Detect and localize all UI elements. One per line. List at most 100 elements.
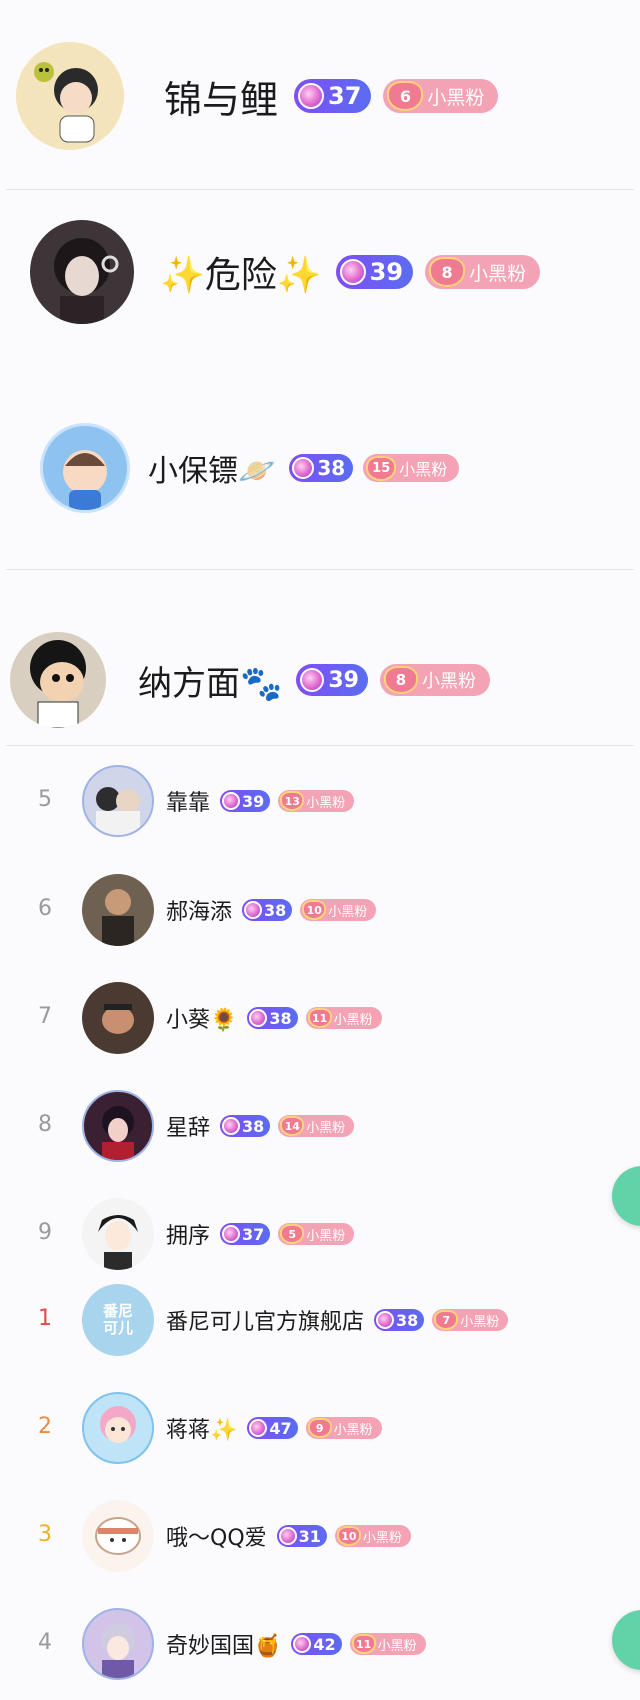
rank-number: 3	[38, 1522, 52, 1547]
level-badge: 47	[247, 1417, 298, 1439]
gem-icon	[249, 1419, 268, 1437]
anime-character-icon	[102, 1106, 134, 1160]
ranked-user-row[interactable]: 蒋蒋✨ 47 9 小黑粉	[82, 1392, 382, 1464]
floating-chat-button[interactable]	[612, 1610, 640, 1670]
heart-level-icon: 13	[280, 791, 305, 811]
ranked-user-row[interactable]: 哦～QQ爱 31 10 小黑粉	[82, 1500, 411, 1572]
rank-number: 5	[38, 787, 52, 812]
level-badge: 38	[374, 1309, 425, 1331]
featured-user-row[interactable]: 纳方面🐾 39 8 小黑粉	[10, 632, 490, 728]
shop-logo[interactable]: 番尼可儿	[82, 1284, 154, 1356]
user-name: 郝海添	[166, 900, 233, 925]
gem-icon	[376, 1311, 395, 1329]
rank-number: 8	[38, 1112, 52, 1137]
user-name: 星辞	[166, 1116, 211, 1141]
cute-girl-icon	[100, 1406, 136, 1443]
divider	[6, 189, 634, 190]
level-badge: 38	[242, 899, 293, 921]
user-name: 纳方面🐾	[138, 663, 283, 704]
fan-badge: 8 小黑粉	[425, 255, 541, 289]
level-badge: 37	[294, 79, 372, 113]
user-name: 小保镖🪐	[148, 454, 276, 489]
user-name: 拥序	[166, 1224, 211, 1249]
gem-icon	[300, 668, 325, 692]
user-avatar[interactable]	[82, 765, 154, 837]
gem-icon	[244, 901, 263, 919]
level-badge: 37	[220, 1223, 271, 1245]
fan-badge: 10 小黑粉	[300, 899, 377, 921]
heart-level-icon: 11	[351, 1634, 376, 1654]
floating-chat-button[interactable]	[612, 1166, 640, 1226]
user-avatar[interactable]	[82, 1090, 154, 1162]
level-badge: 39	[220, 790, 271, 812]
gem-icon	[278, 1527, 297, 1545]
heart-level-icon: 11	[307, 1008, 332, 1028]
anime-boy-icon	[54, 238, 119, 324]
level-badge: 39	[296, 664, 368, 696]
anime-boy-purple-icon	[101, 1623, 135, 1678]
gem-icon	[222, 1117, 241, 1135]
user-name: 奇妙国国🍯	[166, 1634, 282, 1659]
user-avatar[interactable]	[82, 874, 154, 946]
gem-icon	[222, 792, 241, 810]
user-avatar[interactable]	[10, 632, 106, 728]
user-name: 蒋蒋✨	[166, 1418, 238, 1443]
rank-number: 1	[38, 1306, 52, 1331]
ranked-user-row[interactable]: 奇妙国国🍯 42 11 小黑粉	[82, 1608, 426, 1680]
heart-level-icon: 10	[336, 1526, 361, 1546]
divider	[6, 569, 634, 570]
fan-badge: 8 小黑粉	[379, 664, 490, 696]
fan-badge: 6 小黑粉	[383, 79, 499, 113]
ranked-user-row[interactable]: 小葵🌻 38 11 小黑粉	[82, 982, 382, 1054]
heart-level-icon: 8	[429, 257, 466, 287]
user-avatar[interactable]	[82, 1608, 154, 1680]
person-photo-icon	[102, 1004, 134, 1034]
fan-badge: 13 小黑粉	[278, 790, 355, 812]
anime-boy-sketch-icon	[98, 1215, 138, 1270]
rank-number: 4	[38, 1630, 52, 1655]
ranked-user-row[interactable]: 靠靠 39 13 小黑粉	[82, 765, 355, 837]
man-photo-icon	[102, 889, 134, 946]
user-name: 靠靠	[166, 791, 211, 816]
rank-number: 9	[38, 1220, 52, 1245]
user-avatar[interactable]	[82, 1500, 154, 1572]
gem-icon	[293, 1635, 312, 1653]
user-avatar[interactable]	[30, 220, 134, 324]
user-name: 锦与鲤	[164, 77, 279, 122]
user-name: ✨危险✨	[160, 255, 322, 296]
user-name: 番尼可儿官方旗舰店	[166, 1310, 365, 1335]
heart-level-icon: 5	[280, 1224, 305, 1244]
cartoon-luffy-icon	[30, 640, 86, 728]
fan-badge: 15 小黑粉	[363, 454, 460, 482]
cartoon-boy-icon	[34, 62, 98, 143]
level-badge: 31	[276, 1525, 327, 1547]
rank-number: 6	[38, 896, 52, 921]
level-badge: 39	[335, 255, 414, 289]
heart-level-icon: 6	[387, 81, 424, 111]
level-badge: 42	[291, 1633, 342, 1655]
heart-level-icon: 14	[280, 1116, 305, 1136]
gem-icon	[298, 83, 325, 109]
rank-number: 2	[38, 1414, 52, 1439]
featured-user-row[interactable]: 小保镖🪐 38 15 小黑粉	[40, 423, 460, 513]
baby-avatar-icon	[63, 450, 107, 510]
user-avatar[interactable]	[16, 42, 124, 150]
level-badge: 38	[220, 1115, 271, 1137]
heart-level-icon: 9	[307, 1418, 332, 1438]
fan-badge: 9 小黑粉	[305, 1417, 382, 1439]
user-avatar[interactable]	[82, 982, 154, 1054]
featured-user-row[interactable]: ✨危险✨ 39 8 小黑粉	[30, 220, 541, 324]
ranked-user-row[interactable]: 拥序 37 5 小黑粉	[82, 1198, 355, 1270]
divider	[6, 745, 634, 746]
user-avatar[interactable]	[82, 1198, 154, 1270]
level-badge: 38	[289, 454, 354, 482]
fan-badge: 10 小黑粉	[334, 1525, 411, 1547]
ranked-user-row[interactable]: 郝海添 38 10 小黑粉	[82, 874, 377, 946]
gem-icon	[222, 1225, 241, 1243]
ranked-user-row[interactable]: 番尼可儿 番尼可儿官方旗舰店 38 7 小黑粉	[82, 1284, 509, 1356]
user-avatar[interactable]	[40, 423, 130, 513]
ranked-user-row[interactable]: 星辞 38 14 小黑粉	[82, 1090, 355, 1162]
level-badge: 38	[247, 1007, 298, 1029]
featured-user-row[interactable]: 锦与鲤 37 6 小黑粉	[16, 42, 499, 150]
user-avatar[interactable]	[82, 1392, 154, 1464]
